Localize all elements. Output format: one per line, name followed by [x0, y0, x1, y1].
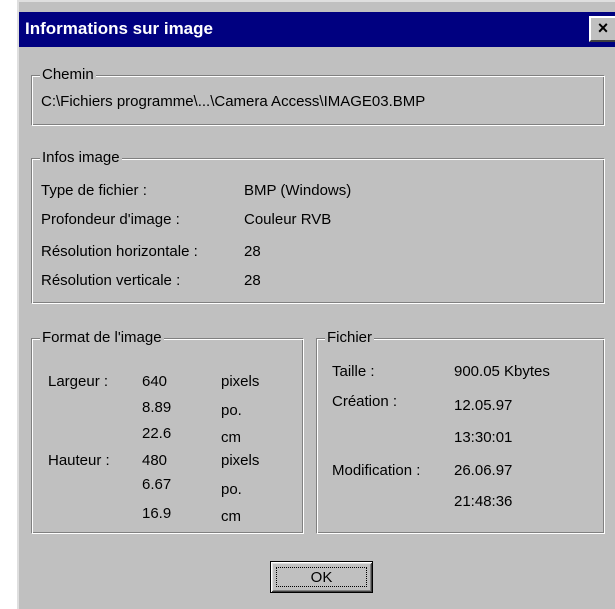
info-label: Type de fichier : — [41, 182, 147, 199]
title-bar[interactable]: Informations sur image × — [19, 12, 615, 47]
hauteur-value: 6.67 — [142, 476, 172, 493]
largeur-unit: po. — [221, 402, 242, 419]
hauteur-unit: pixels — [221, 452, 260, 469]
chemin-group: Chemin C:\Fichiers programme\...\Camera … — [31, 66, 605, 126]
info-label: Résolution verticale : — [41, 272, 181, 289]
info-label: Résolution horizontale : — [41, 243, 198, 260]
hauteur-label: Hauteur : — [48, 452, 110, 469]
info-value: 28 — [244, 272, 261, 289]
largeur-value: 640 — [142, 373, 168, 390]
largeur-value: 8.89 — [142, 399, 172, 416]
largeur-unit: cm — [221, 429, 241, 446]
hauteur-unit: po. — [221, 481, 242, 498]
window-title: Informations sur image — [25, 19, 213, 38]
modification-time: 21:48:36 — [454, 493, 513, 510]
creation-date: 12.05.97 — [454, 397, 513, 414]
close-button[interactable]: × — [589, 16, 615, 42]
info-label: Profondeur d'image : — [41, 211, 180, 228]
taille-value: 900.05 Kbytes — [454, 363, 550, 380]
infos-image-group: Infos image Type de fichier : BMP (Windo… — [31, 149, 605, 304]
infos-image-legend: Infos image — [40, 149, 122, 167]
largeur-label: Largeur : — [48, 373, 109, 390]
image-path: C:\Fichiers programme\...\Camera Access\… — [41, 93, 426, 110]
ok-label: OK — [276, 567, 367, 587]
creation-label: Création : — [332, 393, 398, 410]
fichier-legend: Fichier — [325, 329, 375, 347]
largeur-value: 22.6 — [142, 425, 172, 442]
modification-label: Modification : — [332, 462, 421, 479]
hauteur-value: 16.9 — [142, 505, 172, 522]
modification-date: 26.06.97 — [454, 462, 513, 479]
info-value: BMP (Windows) — [244, 182, 352, 199]
info-value: 28 — [244, 243, 261, 260]
taille-label: Taille : — [332, 363, 375, 380]
hauteur-value: 480 — [142, 452, 168, 469]
format-legend: Format de l'image — [40, 329, 164, 347]
fichier-group: Fichier Taille : 900.05 Kbytes Création … — [316, 329, 605, 534]
hauteur-unit: cm — [221, 508, 241, 525]
ok-button[interactable]: OK — [270, 561, 373, 593]
chemin-legend: Chemin — [40, 66, 96, 84]
largeur-unit: pixels — [221, 373, 260, 390]
close-icon: × — [597, 18, 609, 38]
image-info-dialog: Informations sur image × Chemin C:\Fichi… — [17, 0, 615, 609]
info-value: Couleur RVB — [244, 211, 332, 228]
format-image-group: Format de l'image Largeur : 640 pixels 8… — [31, 329, 304, 534]
creation-time: 13:30:01 — [454, 429, 513, 446]
